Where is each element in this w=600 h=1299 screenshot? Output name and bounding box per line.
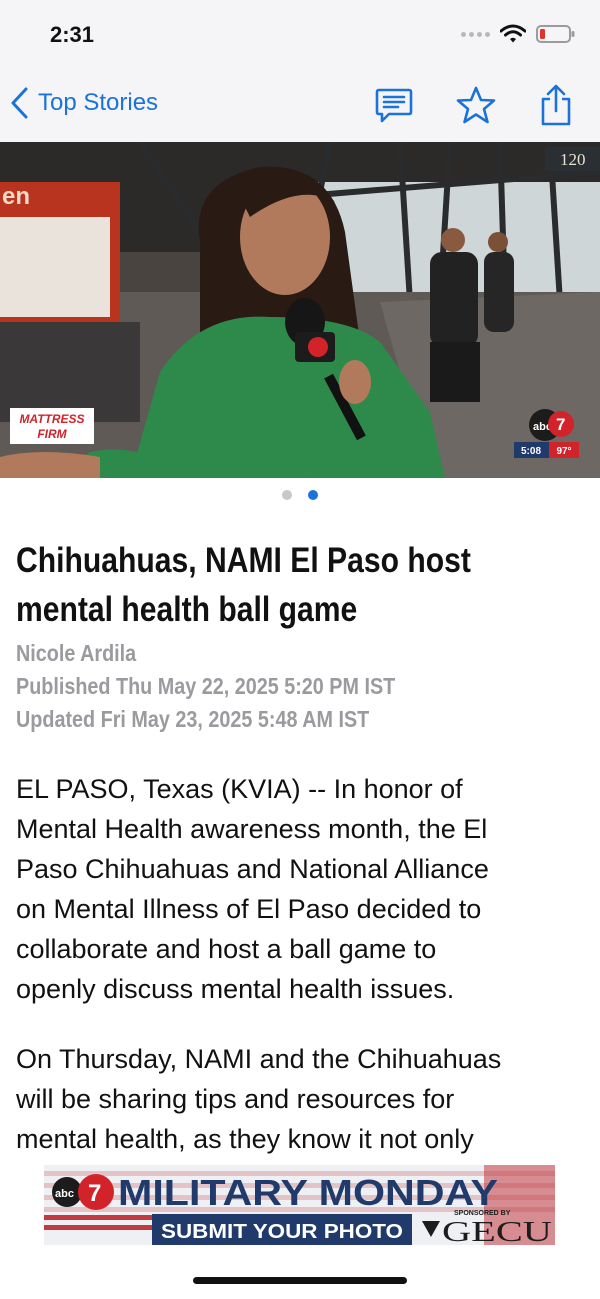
status-time: 2:31 (50, 22, 95, 47)
star-icon[interactable] (456, 85, 496, 125)
ad-sponsor-name: GECU (442, 1217, 552, 1245)
paragraph-line: mental health, as they know it not only (16, 1124, 474, 1154)
paragraph-line: openly discuss mental health issues. (16, 974, 455, 1004)
article-updated: Updated Fri May 23, 2025 5:48 AM IST (16, 706, 370, 732)
back-button-label: Top Stories (38, 89, 159, 116)
ad-title: MILITARY MONDAY (118, 1172, 498, 1213)
navigation-bar: Top Stories (0, 70, 600, 143)
home-indicator[interactable] (193, 1277, 407, 1284)
nav-actions (374, 84, 574, 126)
article-headline: Chihuahuas, NAMI El Paso host mental hea… (16, 541, 471, 629)
share-icon[interactable] (538, 84, 574, 126)
station-bug-number: 7 (556, 415, 565, 434)
bug-temp: 97° (556, 446, 571, 457)
cellular-signal-icon (461, 31, 490, 37)
article-published: Published Thu May 22, 2025 5:20 PM IST (16, 673, 396, 699)
paragraph-line: Mental Health awareness month, the El (16, 814, 488, 844)
ad-cta: SUBMIT YOUR PHOTO (161, 1221, 403, 1243)
status-indicators (461, 24, 576, 44)
back-button[interactable]: Top Stories (10, 86, 158, 120)
ad-logo-abc: abc (55, 1188, 74, 1200)
article-author: Nicole Ardila (16, 640, 137, 666)
article-paragraph-1: EL PASO, Texas (KVIA) -- In honor of Men… (16, 769, 576, 1009)
paragraph-line: will be sharing tips and resources for (16, 1084, 455, 1114)
pager-dot-1[interactable] (282, 490, 292, 500)
comment-icon[interactable] (374, 85, 414, 125)
sponsor-logo-line1: MATTRESS (19, 412, 84, 426)
hero-photo: en 120 MATTRESS FIRM abc 7 5:08 97° (0, 142, 600, 478)
bug-time: 5:08 (521, 446, 541, 457)
ad-sponsor-label: SPONSORED BY (454, 1210, 511, 1217)
article-paragraph-2: On Thursday, NAMI and the Chihuahuas wil… (16, 1039, 576, 1159)
paragraph-line: collaborate and host a ball game to (16, 934, 437, 964)
paragraph-line: On Thursday, NAMI and the Chihuahuas (16, 1044, 502, 1074)
image-pager (0, 490, 600, 500)
battery-low-icon (536, 25, 575, 43)
wifi-icon (500, 24, 526, 43)
sponsor-logo-line2: FIRM (37, 427, 67, 441)
paragraph-line: Paso Chihuahuas and National Alliance (16, 854, 489, 884)
ad-banner[interactable]: abc 7 MILITARY MONDAY SUBMIT YOUR PHOTO … (44, 1165, 555, 1245)
svg-text:en: en (2, 183, 30, 210)
hero-image[interactable]: en 120 MATTRESS FIRM abc 7 5:08 97° (0, 142, 600, 478)
scoreboard-text: 120 (560, 150, 586, 169)
chevron-left-icon (11, 87, 28, 119)
pager-dot-2[interactable] (308, 490, 318, 500)
paragraph-line: EL PASO, Texas (KVIA) -- In honor of (16, 774, 463, 804)
ad-logo-number: 7 (88, 1180, 101, 1207)
status-bar: 2:31 (0, 0, 600, 70)
paragraph-line: on Mental Illness of El Paso decided to (16, 894, 482, 924)
ad-banner-art: abc 7 MILITARY MONDAY SUBMIT YOUR PHOTO … (44, 1165, 555, 1245)
